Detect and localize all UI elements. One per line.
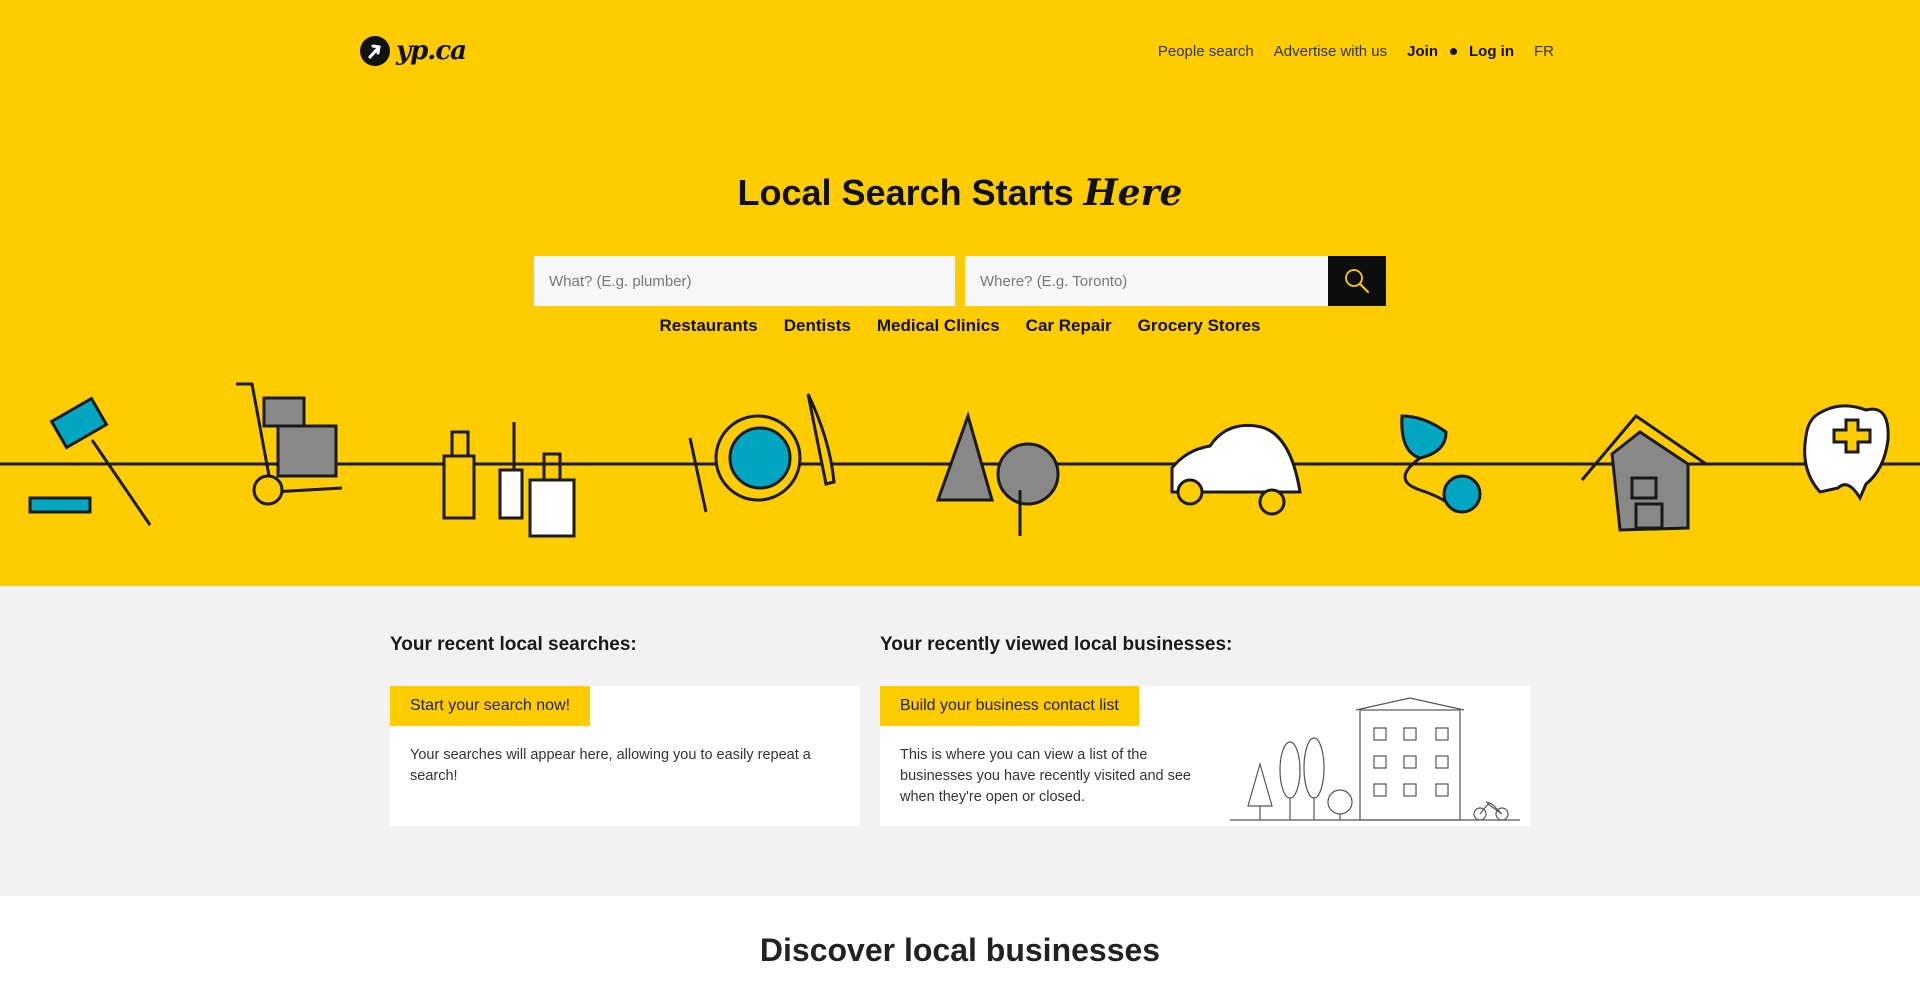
gavel-icon	[28, 396, 152, 526]
language-toggle[interactable]: FR	[1534, 43, 1554, 60]
category-dentists[interactable]: Dentists	[784, 316, 851, 336]
people-search-link[interactable]: People search	[1158, 43, 1254, 60]
city-building-icon	[1230, 697, 1520, 821]
headline-main: Local Search Starts	[737, 172, 1084, 213]
category-restaurants[interactable]: Restaurants	[660, 316, 758, 336]
join-link[interactable]: Join	[1407, 43, 1438, 60]
plate-cutlery-icon	[688, 393, 836, 513]
recent-businesses-card: Build your business contact list This is…	[880, 686, 1530, 826]
house-icon	[1580, 413, 1707, 532]
cosmetics-icon	[442, 422, 576, 538]
what-search-input[interactable]	[534, 256, 955, 306]
hero-section: yp.ca People search Advertise with us Jo…	[0, 0, 1920, 586]
car-icon	[1170, 423, 1302, 516]
hero-headline: Local Search Starts Here	[0, 172, 1920, 214]
yp-logo[interactable]: yp.ca	[360, 36, 467, 66]
login-link[interactable]: Log in	[1469, 43, 1514, 60]
category-grocery-stores[interactable]: Grocery Stores	[1138, 316, 1261, 336]
trees-icon	[935, 411, 1060, 536]
discover-title: Discover local businesses	[759, 932, 1161, 968]
recent-businesses-text: This is where you can view a list of the…	[900, 747, 1191, 805]
category-car-repair[interactable]: Car Repair	[1026, 316, 1112, 336]
recent-searches-title: Your recent local searches:	[390, 634, 637, 655]
where-search-input[interactable]	[965, 256, 1329, 306]
category-illustration-strip	[0, 382, 1920, 538]
tooth-icon	[1803, 404, 1890, 502]
logo-text: yp.ca	[396, 36, 467, 66]
recent-searches-card: Start your search now! Your searches wil…	[390, 686, 860, 826]
recent-businesses-title: Your recently viewed local businesses:	[880, 634, 1233, 655]
category-medical-clinics[interactable]: Medical Clinics	[877, 316, 1000, 336]
start-search-tag[interactable]: Start your search now!	[390, 686, 591, 726]
recent-searches-text: Your searches will appear here, allowing…	[410, 747, 811, 784]
yp-arrow-icon	[360, 36, 390, 66]
search-button[interactable]	[1328, 256, 1386, 306]
hand-truck-icon	[236, 382, 343, 506]
recent-activity-section: Your recent local searches: Start your s…	[0, 586, 1920, 896]
popular-categories: Restaurants Dentists Medical Clinics Car…	[0, 316, 1920, 336]
advertise-link[interactable]: Advertise with us	[1274, 43, 1387, 60]
contact-list-tag[interactable]: Build your business contact list	[880, 686, 1139, 726]
search-icon	[1345, 269, 1369, 293]
top-navigation: People search Advertise with us Join Log…	[1158, 43, 1554, 60]
headline-emphasis: Here	[1083, 172, 1183, 214]
nav-dot-separator	[1450, 48, 1457, 55]
